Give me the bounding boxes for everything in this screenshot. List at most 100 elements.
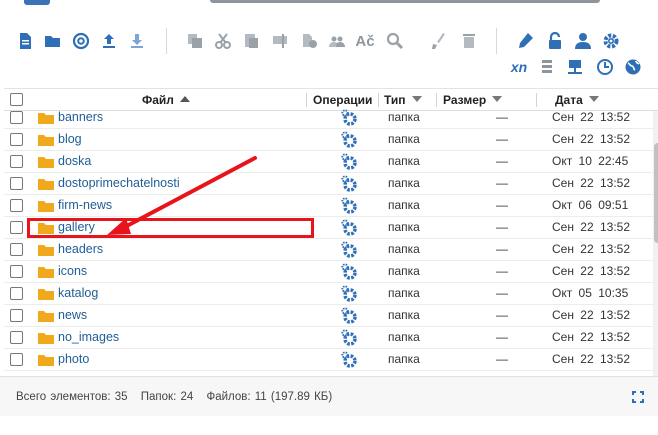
row-checkbox[interactable] <box>10 133 23 146</box>
table-row[interactable]: doska папка — Окт 10 22:45 <box>4 151 654 173</box>
file-size: — <box>496 220 508 234</box>
row-checkbox[interactable] <box>10 353 23 366</box>
row-checkbox[interactable] <box>10 309 23 322</box>
clean-icon[interactable] <box>428 30 450 52</box>
vertical-scrollbar[interactable] <box>653 111 658 377</box>
users-icon[interactable] <box>326 30 348 52</box>
globe-icon[interactable] <box>622 56 644 78</box>
table-row[interactable]: photo папка — Сен 22 13:52 <box>4 349 654 371</box>
file-name-link[interactable]: dostoprimechatelnosti <box>58 176 180 190</box>
operations-gear-icon[interactable] <box>340 153 358 171</box>
user-icon[interactable] <box>572 30 594 52</box>
row-checkbox[interactable] <box>10 331 23 344</box>
file-name-link[interactable]: katalog <box>58 286 98 300</box>
header-name[interactable]: Файл <box>142 93 190 107</box>
file-rows: banners папка — Сен 22 13:52 blog папка — Сен 2… <box>4 107 654 373</box>
table-row[interactable]: headers папка — Сен 22 13:52 <box>4 239 654 261</box>
operations-gear-icon[interactable] <box>340 329 358 347</box>
file-name-link[interactable]: blog <box>58 132 82 146</box>
list-icon[interactable] <box>536 56 558 78</box>
file-type: папка <box>388 330 420 344</box>
xn-icon[interactable]: xn <box>508 56 530 78</box>
cut-icon[interactable] <box>212 30 234 52</box>
folder-icon <box>38 135 54 146</box>
fullscreen-icon[interactable] <box>632 391 644 403</box>
edit-icon[interactable] <box>514 30 536 52</box>
file-date: Сен 22 13:52 <box>552 110 631 124</box>
header-date[interactable]: Дата <box>555 93 599 107</box>
gear-icon[interactable] <box>600 30 622 52</box>
status-total: Всего элементов: 35 <box>16 391 128 403</box>
row-checkbox[interactable] <box>10 177 23 190</box>
file-type: папка <box>388 176 420 190</box>
file-size: — <box>496 198 508 212</box>
text-encoding-icon[interactable]: Ač <box>354 30 376 52</box>
header-type[interactable]: Тип <box>384 93 422 107</box>
file-date: Сен 22 13:52 <box>552 352 631 366</box>
paste-icon[interactable] <box>240 30 262 52</box>
duplicate-icon[interactable] <box>298 30 320 52</box>
open-folder-icon[interactable] <box>42 30 64 52</box>
file-name-link[interactable]: photo <box>58 352 89 366</box>
upload-icon[interactable] <box>98 30 120 52</box>
row-checkbox[interactable] <box>10 265 23 278</box>
table-row[interactable]: no_images папка — Сен 22 13:52 <box>4 327 654 349</box>
file-name-link[interactable]: banners <box>58 110 103 124</box>
header-size-label: Размер <box>443 93 487 107</box>
operations-gear-icon[interactable] <box>340 285 358 303</box>
at-icon[interactable] <box>70 30 92 52</box>
header-type-label: Тип <box>384 93 406 107</box>
network-icon[interactable] <box>564 56 586 78</box>
operations-gear-icon[interactable] <box>340 109 358 127</box>
header-size[interactable]: Размер <box>443 93 503 107</box>
chevron-down-icon <box>588 96 599 102</box>
download-icon[interactable] <box>126 30 148 52</box>
row-checkbox[interactable] <box>10 287 23 300</box>
row-checkbox[interactable] <box>10 111 23 124</box>
unlock-icon[interactable] <box>544 30 566 52</box>
file-name-link[interactable]: news <box>58 308 87 322</box>
copy-icon[interactable] <box>184 30 206 52</box>
folder-icon <box>38 223 54 234</box>
table-row[interactable]: firm-news папка — Окт 06 09:51 <box>4 195 654 217</box>
table-row[interactable]: banners папка — Сен 22 13:52 <box>4 107 654 129</box>
file-type: папка <box>388 220 420 234</box>
scrollbar-thumb[interactable] <box>654 143 658 243</box>
table-row[interactable]: katalog папка — Окт 05 10:35 <box>4 283 654 305</box>
table-row[interactable]: dostoprimechatelnosti папка — Сен 22 13:52 <box>4 173 654 195</box>
file-name-link[interactable]: doska <box>58 154 91 168</box>
operations-gear-icon[interactable] <box>340 241 358 259</box>
header-ops[interactable]: Операции <box>313 93 372 107</box>
trash-icon[interactable] <box>458 30 480 52</box>
row-checkbox[interactable] <box>10 199 23 212</box>
operations-gear-icon[interactable] <box>340 197 358 215</box>
file-date: Сен 22 13:52 <box>552 220 631 234</box>
row-checkbox[interactable] <box>10 221 23 234</box>
operations-gear-icon[interactable] <box>340 351 358 369</box>
table-row[interactable]: gallery папка — Сен 22 13:52 <box>4 217 654 239</box>
file-name-link[interactable]: firm-news <box>58 198 112 212</box>
chevron-down-icon <box>492 96 503 102</box>
new-file-icon[interactable] <box>14 30 36 52</box>
row-checkbox[interactable] <box>10 243 23 256</box>
operations-gear-icon[interactable] <box>340 175 358 193</box>
operations-gear-icon[interactable] <box>340 131 358 149</box>
file-date: Сен 22 13:52 <box>552 308 631 322</box>
row-checkbox[interactable] <box>10 155 23 168</box>
file-size: — <box>496 110 508 124</box>
search-icon[interactable] <box>384 30 406 52</box>
select-all-checkbox[interactable] <box>10 93 23 106</box>
operations-gear-icon[interactable] <box>340 263 358 281</box>
table-row[interactable]: icons папка — Сен 22 13:52 <box>4 261 654 283</box>
clock-icon[interactable] <box>594 56 616 78</box>
file-type: папка <box>388 286 420 300</box>
table-row[interactable]: news папка — Сен 22 13:52 <box>4 305 654 327</box>
file-name-link[interactable]: icons <box>58 264 87 278</box>
operations-gear-icon[interactable] <box>340 307 358 325</box>
rename-icon[interactable] <box>270 30 292 52</box>
file-name-link[interactable]: headers <box>58 242 103 256</box>
file-name-link[interactable]: no_images <box>58 330 119 344</box>
operations-gear-icon[interactable] <box>340 219 358 237</box>
file-name-link[interactable]: gallery <box>58 220 95 234</box>
table-row[interactable]: blog папка — Сен 22 13:52 <box>4 129 654 151</box>
